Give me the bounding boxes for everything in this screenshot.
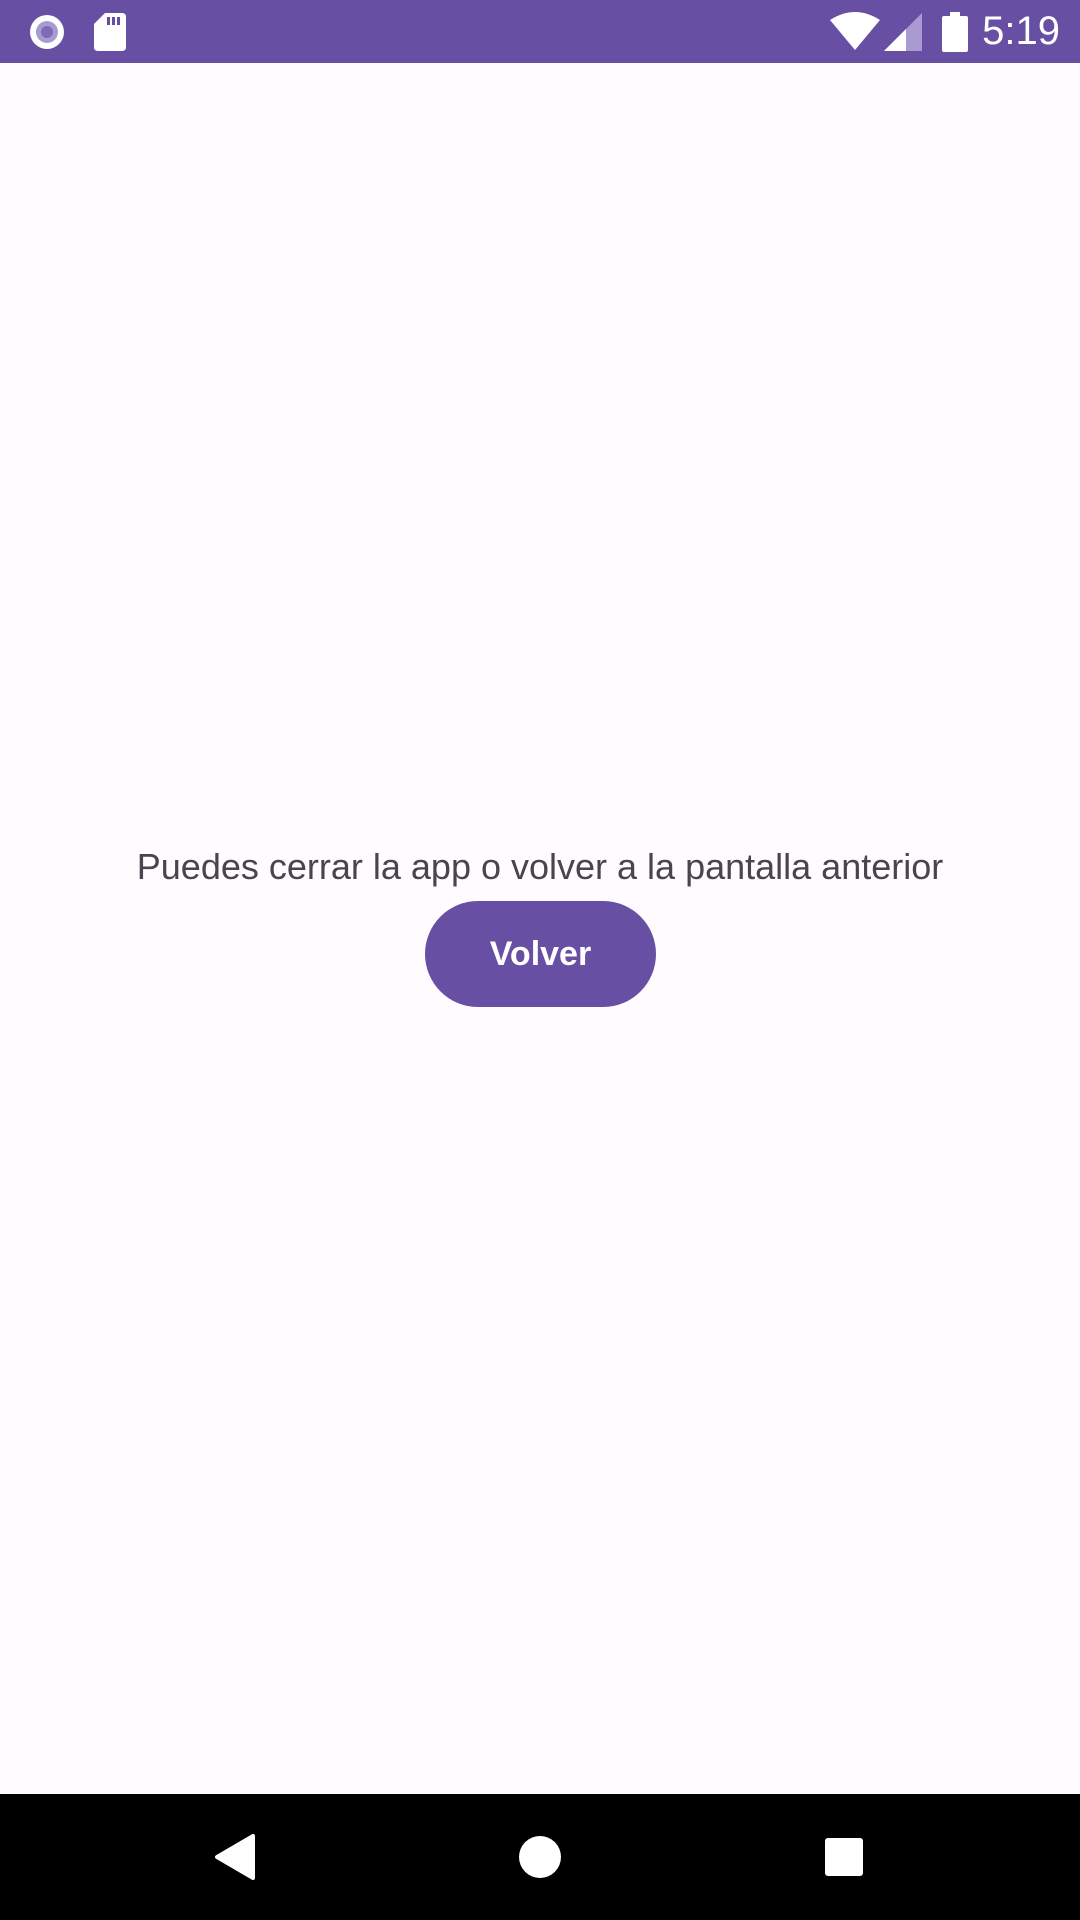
battery-icon: [942, 0, 968, 63]
status-time: 5:19: [982, 9, 1060, 53]
sd-card-icon: [94, 0, 126, 63]
record-icon: [28, 0, 66, 63]
status-bar: 5:19: [0, 0, 1080, 63]
recents-icon[interactable]: [804, 1817, 884, 1897]
wifi-icon: [830, 0, 880, 63]
info-message: Puedes cerrar la app o volver a la panta…: [136, 846, 944, 887]
cell-signal-icon: [884, 0, 922, 63]
back-button[interactable]: Volver: [425, 901, 656, 1007]
main-content: Puedes cerrar la app o volver a la panta…: [0, 63, 1080, 1794]
back-icon[interactable]: [195, 1817, 275, 1897]
home-icon[interactable]: [500, 1817, 580, 1897]
navigation-bar: [0, 1794, 1080, 1920]
